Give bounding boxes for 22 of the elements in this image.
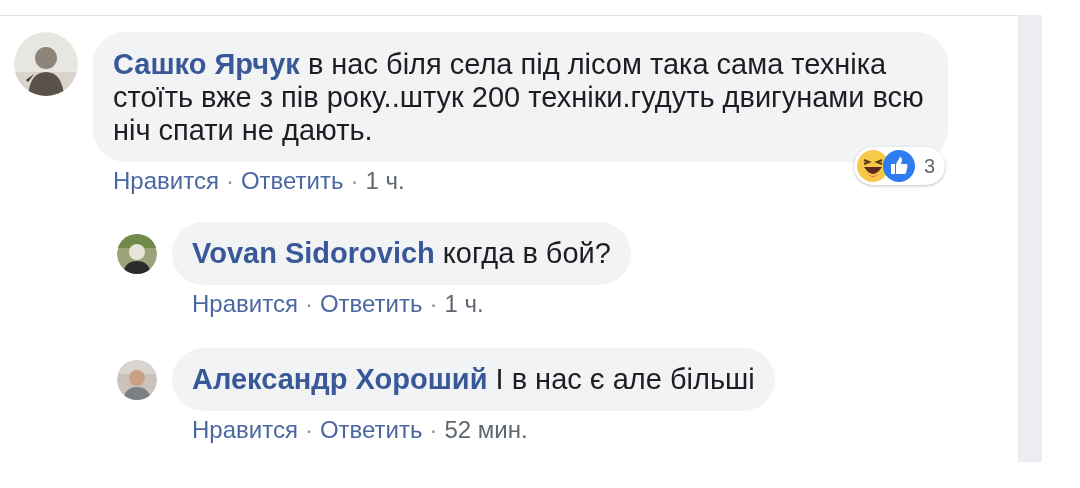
action-link[interactable]: Нравится [192, 417, 298, 443]
action-link[interactable]: Нравится [192, 291, 298, 317]
separator-dot: · [429, 417, 438, 443]
comment-text: Сашко Ярчук в нас біля села під лісом така сама техніка стоїть вже з пів року..штук 200 техніки.гудуть двигунами всю ніч спати не дають. [113, 48, 924, 146]
scrollbar-track[interactable] [1018, 15, 1042, 462]
separator-dot: · [304, 291, 313, 317]
comment-text: Vovan Sidorovich когда в бой? [192, 237, 611, 269]
comment-text: Александр Хороший І в нас є але більші [192, 363, 755, 395]
comment-time: 52 мин. [444, 417, 528, 443]
action-link[interactable]: Ответить [319, 291, 423, 317]
action-link[interactable]: Ответить [319, 417, 423, 443]
thumbs-up-icon [881, 149, 916, 183]
reaction-count: 3 [923, 154, 935, 178]
separator-dot: · [225, 168, 234, 194]
action-link[interactable]: Ответить [240, 168, 344, 194]
separator-dot: · [304, 417, 313, 443]
reaction-badge[interactable]: 3 [853, 147, 945, 185]
separator-dot: · [350, 168, 359, 194]
comment-time: 1 ч. [444, 291, 484, 317]
comment-time: 1 ч. [365, 168, 405, 194]
action-link[interactable]: Нравится [113, 168, 219, 194]
separator-dot: · [429, 291, 438, 317]
